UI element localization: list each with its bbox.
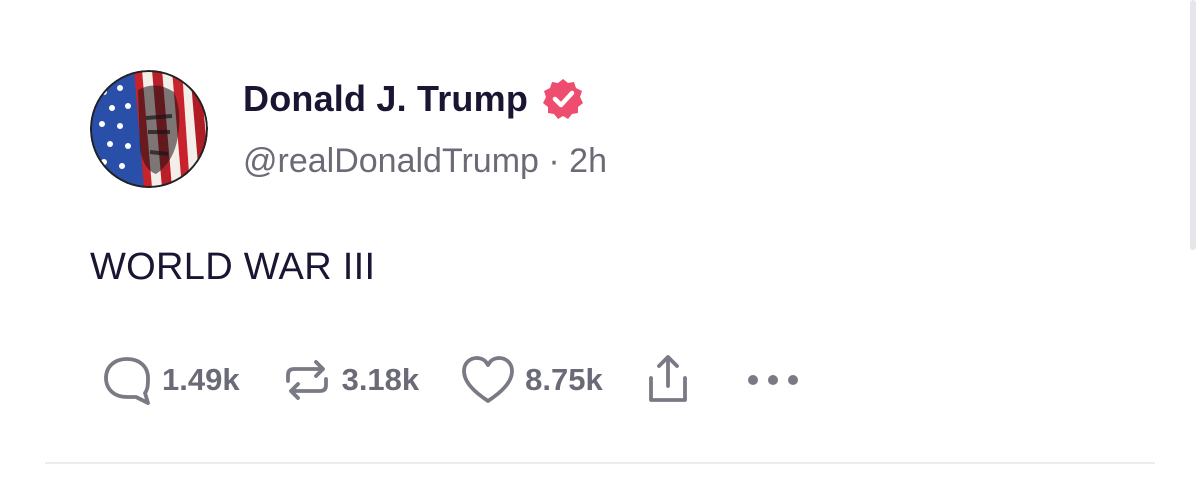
handle-row: @realDonaldTrump · 2h [243,142,607,181]
like-button[interactable]: 8.75k [459,353,603,407]
more-options-button[interactable] [745,370,805,390]
timestamp[interactable]: 2h [569,142,607,180]
separator: · [538,142,570,180]
display-name[interactable]: Donald J. Trump [243,78,528,120]
post-divider [45,462,1155,464]
repost-arrows-icon [280,353,334,407]
post-card: Donald J. Trump @realDonaldTrump · 2h WO… [0,0,1200,494]
share-button[interactable] [643,352,693,408]
action-bar: 1.49k 3.18k 8.75k [100,352,845,408]
share-upload-icon [643,352,693,408]
comment-bubble-icon [100,353,154,407]
name-row: Donald J. Trump [243,78,584,120]
reply-count: 1.49k [162,362,240,397]
repost-button[interactable]: 3.18k [280,353,420,407]
more-dots-icon [745,370,805,390]
avatar[interactable] [90,70,208,188]
reply-button[interactable]: 1.49k [100,353,240,407]
handle[interactable]: @realDonaldTrump [243,142,539,180]
repost-count: 3.18k [341,362,420,397]
like-count: 8.75k [525,362,603,397]
post-text: WORLD WAR III [90,246,376,288]
heart-icon [459,353,517,407]
verified-badge-icon [542,78,584,120]
